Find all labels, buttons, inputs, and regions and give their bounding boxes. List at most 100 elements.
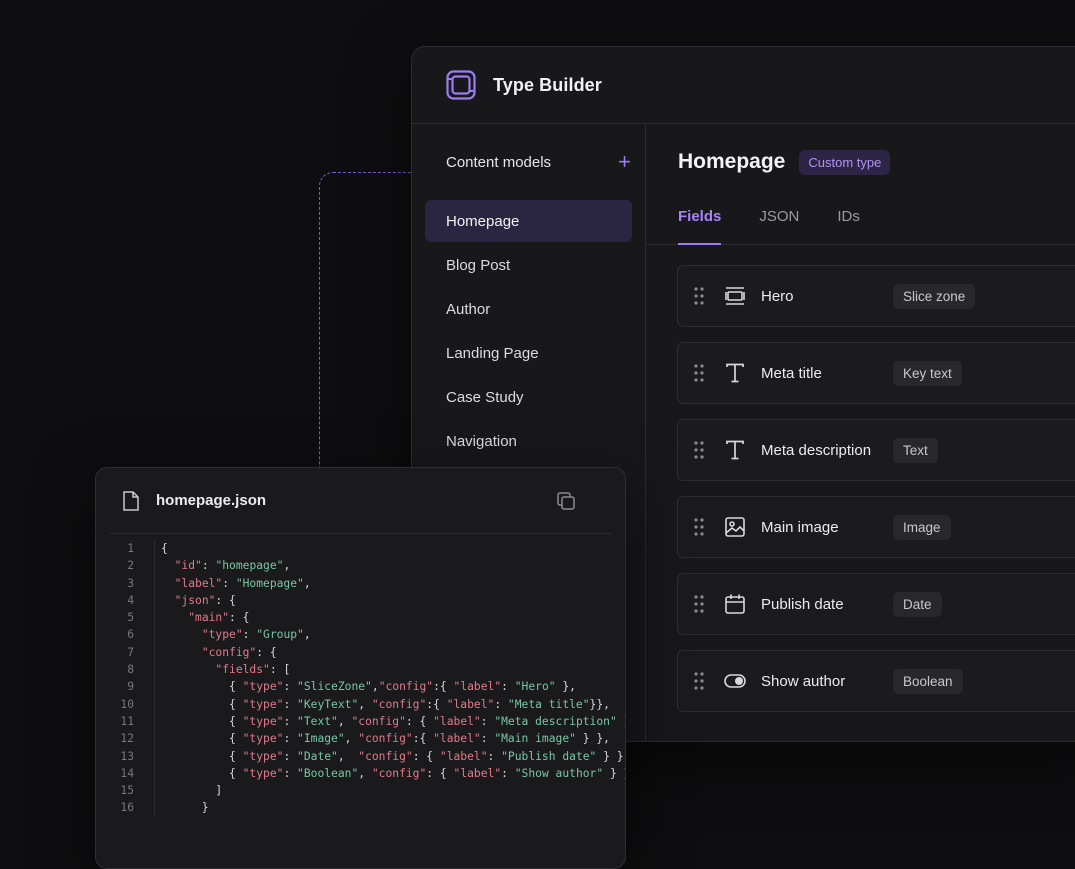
code-token: "type" [201, 628, 243, 642]
code-token: : { [426, 766, 454, 780]
field-type-badge: Boolean [893, 668, 963, 694]
code-token: :{ [433, 680, 454, 694]
add-model-icon[interactable]: + [618, 151, 631, 173]
field-type-badge: Key text [893, 360, 962, 386]
sidebar-item-homepage[interactable]: Homepage [425, 200, 632, 242]
sidebar-item-label: Homepage [446, 212, 520, 230]
code-token: "config" [201, 645, 257, 659]
sidebar-item-blog-post[interactable]: Blog Post [425, 244, 632, 286]
code-token: "Show author" [514, 766, 604, 780]
code-token: , [337, 749, 359, 763]
sidebar-item-author[interactable]: Author [425, 288, 632, 330]
code-token: }, [555, 680, 576, 694]
code-line: 2 "id": "homepage", [96, 557, 625, 575]
line-number: 16 [120, 801, 134, 815]
code-token: "Group" [256, 628, 304, 642]
code-text: "fields": [ [154, 661, 290, 679]
sidebar-item-landing-page[interactable]: Landing Page [425, 332, 632, 374]
code-token: "type" [242, 766, 284, 780]
sidebar-item-label: Author [446, 300, 491, 318]
code-token: , [358, 766, 372, 780]
code-token: :{ [426, 697, 447, 711]
code-line: 16 } [96, 799, 625, 817]
code-line: 10 { "type": "KeyText", "config":{ "labe… [96, 695, 625, 713]
code-text: "type": "Group", [154, 626, 311, 644]
field-row-meta-description[interactable]: Meta description Text [677, 419, 1075, 481]
code-token: "label" [433, 732, 481, 746]
code-token: "type" [242, 732, 284, 746]
code-token: "Text" [297, 714, 338, 728]
code-token: , [303, 576, 311, 590]
slice-zone-icon [724, 285, 746, 307]
code-token: "type" [242, 714, 284, 728]
custom-type-badge: Custom type [799, 149, 891, 175]
field-row-meta-title[interactable]: Meta title Key text [677, 342, 1075, 404]
field-row-main-image[interactable]: Main image Image [677, 496, 1075, 558]
code-token: "config" [371, 766, 427, 780]
code-token: , [371, 680, 379, 694]
drag-handle-icon[interactable] [694, 518, 704, 536]
app-logo-icon [446, 70, 476, 100]
field-label: Meta description [761, 441, 872, 459]
code-token: { [161, 680, 243, 694]
line-number: 9 [127, 680, 134, 694]
code-token: :{ [412, 732, 434, 746]
code-token: : [494, 697, 508, 711]
code-token: , [337, 714, 352, 728]
code-token: "main" [188, 611, 230, 625]
field-row-hero[interactable]: Hero Slice zone [677, 265, 1075, 327]
code-text: "json": { [154, 591, 236, 610]
code-token: "config" [358, 749, 413, 763]
code-line: 7 "config": { [96, 643, 625, 662]
code-token: : [222, 576, 236, 590]
code-token: { [161, 749, 243, 763]
tab-json[interactable]: JSON [759, 200, 799, 244]
code-token: "KeyText" [297, 697, 359, 711]
code-line: 5 "main": { [96, 609, 625, 627]
code-editor[interactable]: 1{2 "id": "homepage", 3 "label": "Homepag… [96, 534, 625, 817]
drag-handle-icon[interactable] [694, 287, 704, 305]
line-number: 5 [127, 611, 134, 625]
code-token: } }, [603, 749, 625, 763]
code-token: "homepage" [215, 559, 284, 573]
sidebar-item-navigation[interactable]: Navigation [425, 420, 632, 462]
code-text: { "type": "Date", "config": { "label": "… [154, 747, 625, 765]
toggle-icon [724, 670, 746, 692]
drag-handle-icon[interactable] [694, 672, 704, 690]
code-token: }, [617, 715, 625, 728]
content-area: Homepage Custom type Fields JSON IDs Her… [646, 124, 1075, 741]
field-type-badge: Date [893, 591, 942, 617]
drag-handle-icon[interactable] [694, 441, 704, 459]
sidebar-item-case-study[interactable]: Case Study [425, 376, 632, 418]
line-number: 3 [127, 576, 134, 590]
code-token: "config" [371, 697, 427, 711]
code-token: ] [161, 784, 223, 798]
code-token: "label" [446, 697, 495, 711]
drag-handle-icon[interactable] [694, 595, 704, 613]
tab-bar: Fields JSON IDs [646, 200, 1075, 245]
tab-fields[interactable]: Fields [678, 200, 722, 245]
sidebar-header: Content models + [412, 124, 645, 200]
field-label: Publish date [761, 595, 844, 613]
field-row-publish-date[interactable]: Publish date Date [677, 573, 1075, 635]
field-label: Meta title [761, 364, 822, 382]
code-token: : [501, 680, 515, 694]
field-row-show-author[interactable]: Show author Boolean [677, 650, 1075, 712]
code-token: : { [412, 749, 440, 763]
tab-ids[interactable]: IDs [837, 200, 860, 244]
code-token: : { [256, 645, 277, 659]
code-token: "config" [351, 714, 406, 728]
sidebar-item-label: Case Study [446, 388, 524, 406]
code-line: 4 "json": { [96, 591, 625, 610]
sidebar-item-label: Blog Post [446, 256, 511, 274]
drag-handle-icon[interactable] [694, 364, 704, 382]
code-text: { "type": "KeyText", "config":{ "label":… [154, 695, 610, 713]
code-line: 13 { "type": "Date", "config": { "label"… [96, 747, 625, 765]
copy-icon[interactable] [557, 491, 575, 510]
line-number: 7 [127, 645, 134, 659]
code-token: "label" [439, 749, 488, 763]
